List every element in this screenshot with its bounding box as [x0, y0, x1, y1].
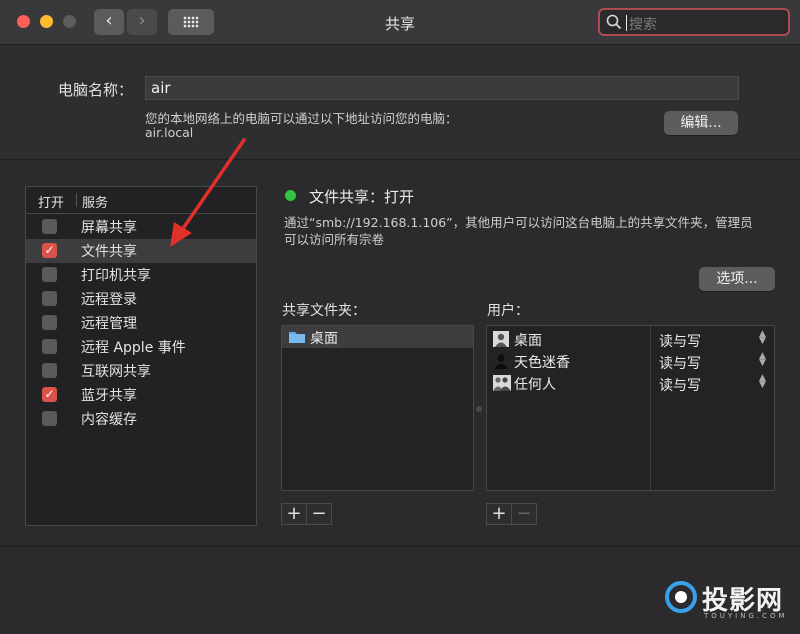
add-folder-button[interactable]: +: [281, 503, 307, 525]
service-label: 打印机共享: [81, 268, 151, 284]
users-list[interactable]: 桌面 读与写 ▲ ▼ 天色迷香 读与写 ▲ ▼ 任何人 读与写 ▲ ▼: [486, 325, 775, 491]
text-caret: [626, 15, 627, 31]
add-user-button[interactable]: +: [486, 503, 512, 525]
permission-select[interactable]: 读与写: [659, 375, 701, 395]
computer-name-field[interactable]: air: [145, 76, 739, 100]
service-row[interactable]: 内容缓存: [26, 407, 256, 431]
local-address: air.local: [145, 125, 194, 140]
up-down-arrows-icon[interactable]: ▲ ▼: [759, 352, 766, 368]
service-row[interactable]: 远程管理: [26, 311, 256, 335]
description-line: 通过“smb://192.168.1.106”，其他用户可以访问这台电脑上的共享…: [284, 215, 753, 230]
service-checkbox[interactable]: [42, 219, 57, 234]
header-on[interactable]: 打开: [38, 192, 64, 211]
service-label: 远程 Apple 事件: [81, 340, 186, 356]
service-checkbox[interactable]: ✓: [42, 387, 57, 402]
service-checkbox[interactable]: [42, 267, 57, 282]
service-row[interactable]: 远程 Apple 事件: [26, 335, 256, 359]
up-down-arrows-icon[interactable]: ▲ ▼: [759, 330, 766, 346]
description-line: 可以访问所有宗卷: [284, 232, 385, 247]
user-name: 任何人: [514, 377, 556, 393]
service-row[interactable]: 屏幕共享: [26, 215, 256, 239]
service-label: 内容缓存: [81, 412, 137, 428]
service-description: 通过“smb://192.168.1.106”，其他用户可以访问这台电脑上的共享…: [284, 214, 776, 248]
folder-icon: [289, 332, 305, 343]
watermark-logo-icon: [665, 581, 697, 613]
service-label: 蓝牙共享: [81, 388, 137, 404]
computer-name-section: 电脑名称： air 您的本地网络上的电脑可以通过以下地址访问您的电脑： air.…: [0, 45, 800, 160]
title-bar: ‹ › 共享 搜索: [0, 0, 800, 45]
list-item[interactable]: 桌面 读与写 ▲ ▼: [487, 328, 774, 350]
header-service[interactable]: 服务: [82, 192, 108, 211]
services-header: 打开 服务: [26, 187, 256, 214]
options-button[interactable]: 选项...: [699, 267, 775, 291]
remove-user-button[interactable]: −: [511, 503, 537, 525]
status-indicator: [285, 190, 296, 201]
service-label: 互联网共享: [81, 364, 151, 380]
service-checkbox[interactable]: [42, 411, 57, 426]
service-checkbox[interactable]: ✓: [42, 243, 57, 258]
checkmark-icon: ✓: [44, 387, 55, 401]
watermark-subtext: TOUYING.COM: [704, 612, 788, 620]
user-name: 桌面: [514, 333, 542, 349]
service-checkbox[interactable]: [42, 315, 57, 330]
service-row[interactable]: 远程登录: [26, 287, 256, 311]
service-checkbox[interactable]: [42, 291, 57, 306]
checkmark-icon: ✓: [44, 243, 55, 257]
service-row[interactable]: ✓ 蓝牙共享: [26, 383, 256, 407]
permission-select[interactable]: 读与写: [659, 331, 701, 351]
user-icon: [493, 331, 509, 347]
up-down-arrows-icon[interactable]: ▲ ▼: [759, 374, 766, 390]
users-label: 用户：: [487, 303, 529, 319]
search-input[interactable]: 搜索: [598, 8, 790, 36]
service-checkbox[interactable]: [42, 363, 57, 378]
computer-name-label: 电脑名称：: [58, 81, 134, 99]
shared-folders-list[interactable]: 桌面: [281, 325, 474, 491]
service-label: 远程管理: [81, 316, 137, 332]
service-row[interactable]: 互联网共享: [26, 359, 256, 383]
service-status: 文件共享：打开: [309, 188, 415, 206]
service-row[interactable]: ✓ 文件共享: [26, 239, 256, 263]
list-item[interactable]: 天色迷香 读与写 ▲ ▼: [487, 350, 774, 372]
list-item[interactable]: 桌面: [282, 326, 473, 348]
services-list: 打开 服务 屏幕共享 ✓ 文件共享打印机共享远程登录远程管理远程 Apple 事件互…: [25, 186, 257, 526]
search-icon: [606, 14, 622, 30]
edit-button[interactable]: 编辑...: [664, 111, 738, 135]
header-divider: [76, 193, 77, 207]
service-label: 屏幕共享: [81, 220, 137, 236]
shared-folders-label: 共享文件夹：: [282, 303, 366, 319]
group-icon: [493, 375, 511, 391]
user-silhouette-icon: [494, 354, 508, 369]
folder-name: 桌面: [310, 331, 338, 347]
service-row[interactable]: 打印机共享: [26, 263, 256, 287]
service-label: 远程登录: [81, 292, 137, 308]
remove-folder-button[interactable]: −: [306, 503, 332, 525]
split-handle[interactable]: [476, 406, 482, 412]
service-label: 文件共享: [81, 244, 137, 260]
service-checkbox[interactable]: [42, 339, 57, 354]
divider: [0, 546, 800, 547]
permission-select[interactable]: 读与写: [659, 353, 701, 373]
search-placeholder: 搜索: [629, 17, 657, 33]
list-item[interactable]: 任何人 读与写 ▲ ▼: [487, 372, 774, 394]
user-name: 天色迷香: [514, 355, 570, 371]
